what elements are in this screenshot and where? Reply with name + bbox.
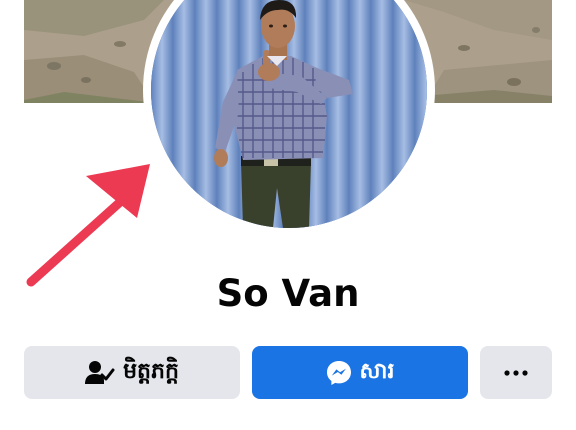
profile-picture-image: [151, 0, 427, 228]
profile-name: So Van: [216, 272, 360, 315]
messenger-icon: [326, 360, 352, 386]
more-button[interactable]: [480, 346, 552, 399]
person-check-icon: [85, 360, 115, 386]
friends-button[interactable]: មិត្តភក្តិ: [24, 346, 240, 399]
friends-button-label: មិត្តភក្តិ: [123, 358, 179, 384]
more-dots-icon: [504, 369, 528, 376]
profile-screen: So Van មិត្តភក្តិ សារ: [0, 0, 576, 430]
profile-picture[interactable]: [151, 0, 427, 228]
message-button-label: សារ: [359, 358, 395, 384]
message-button[interactable]: សារ: [252, 346, 468, 399]
